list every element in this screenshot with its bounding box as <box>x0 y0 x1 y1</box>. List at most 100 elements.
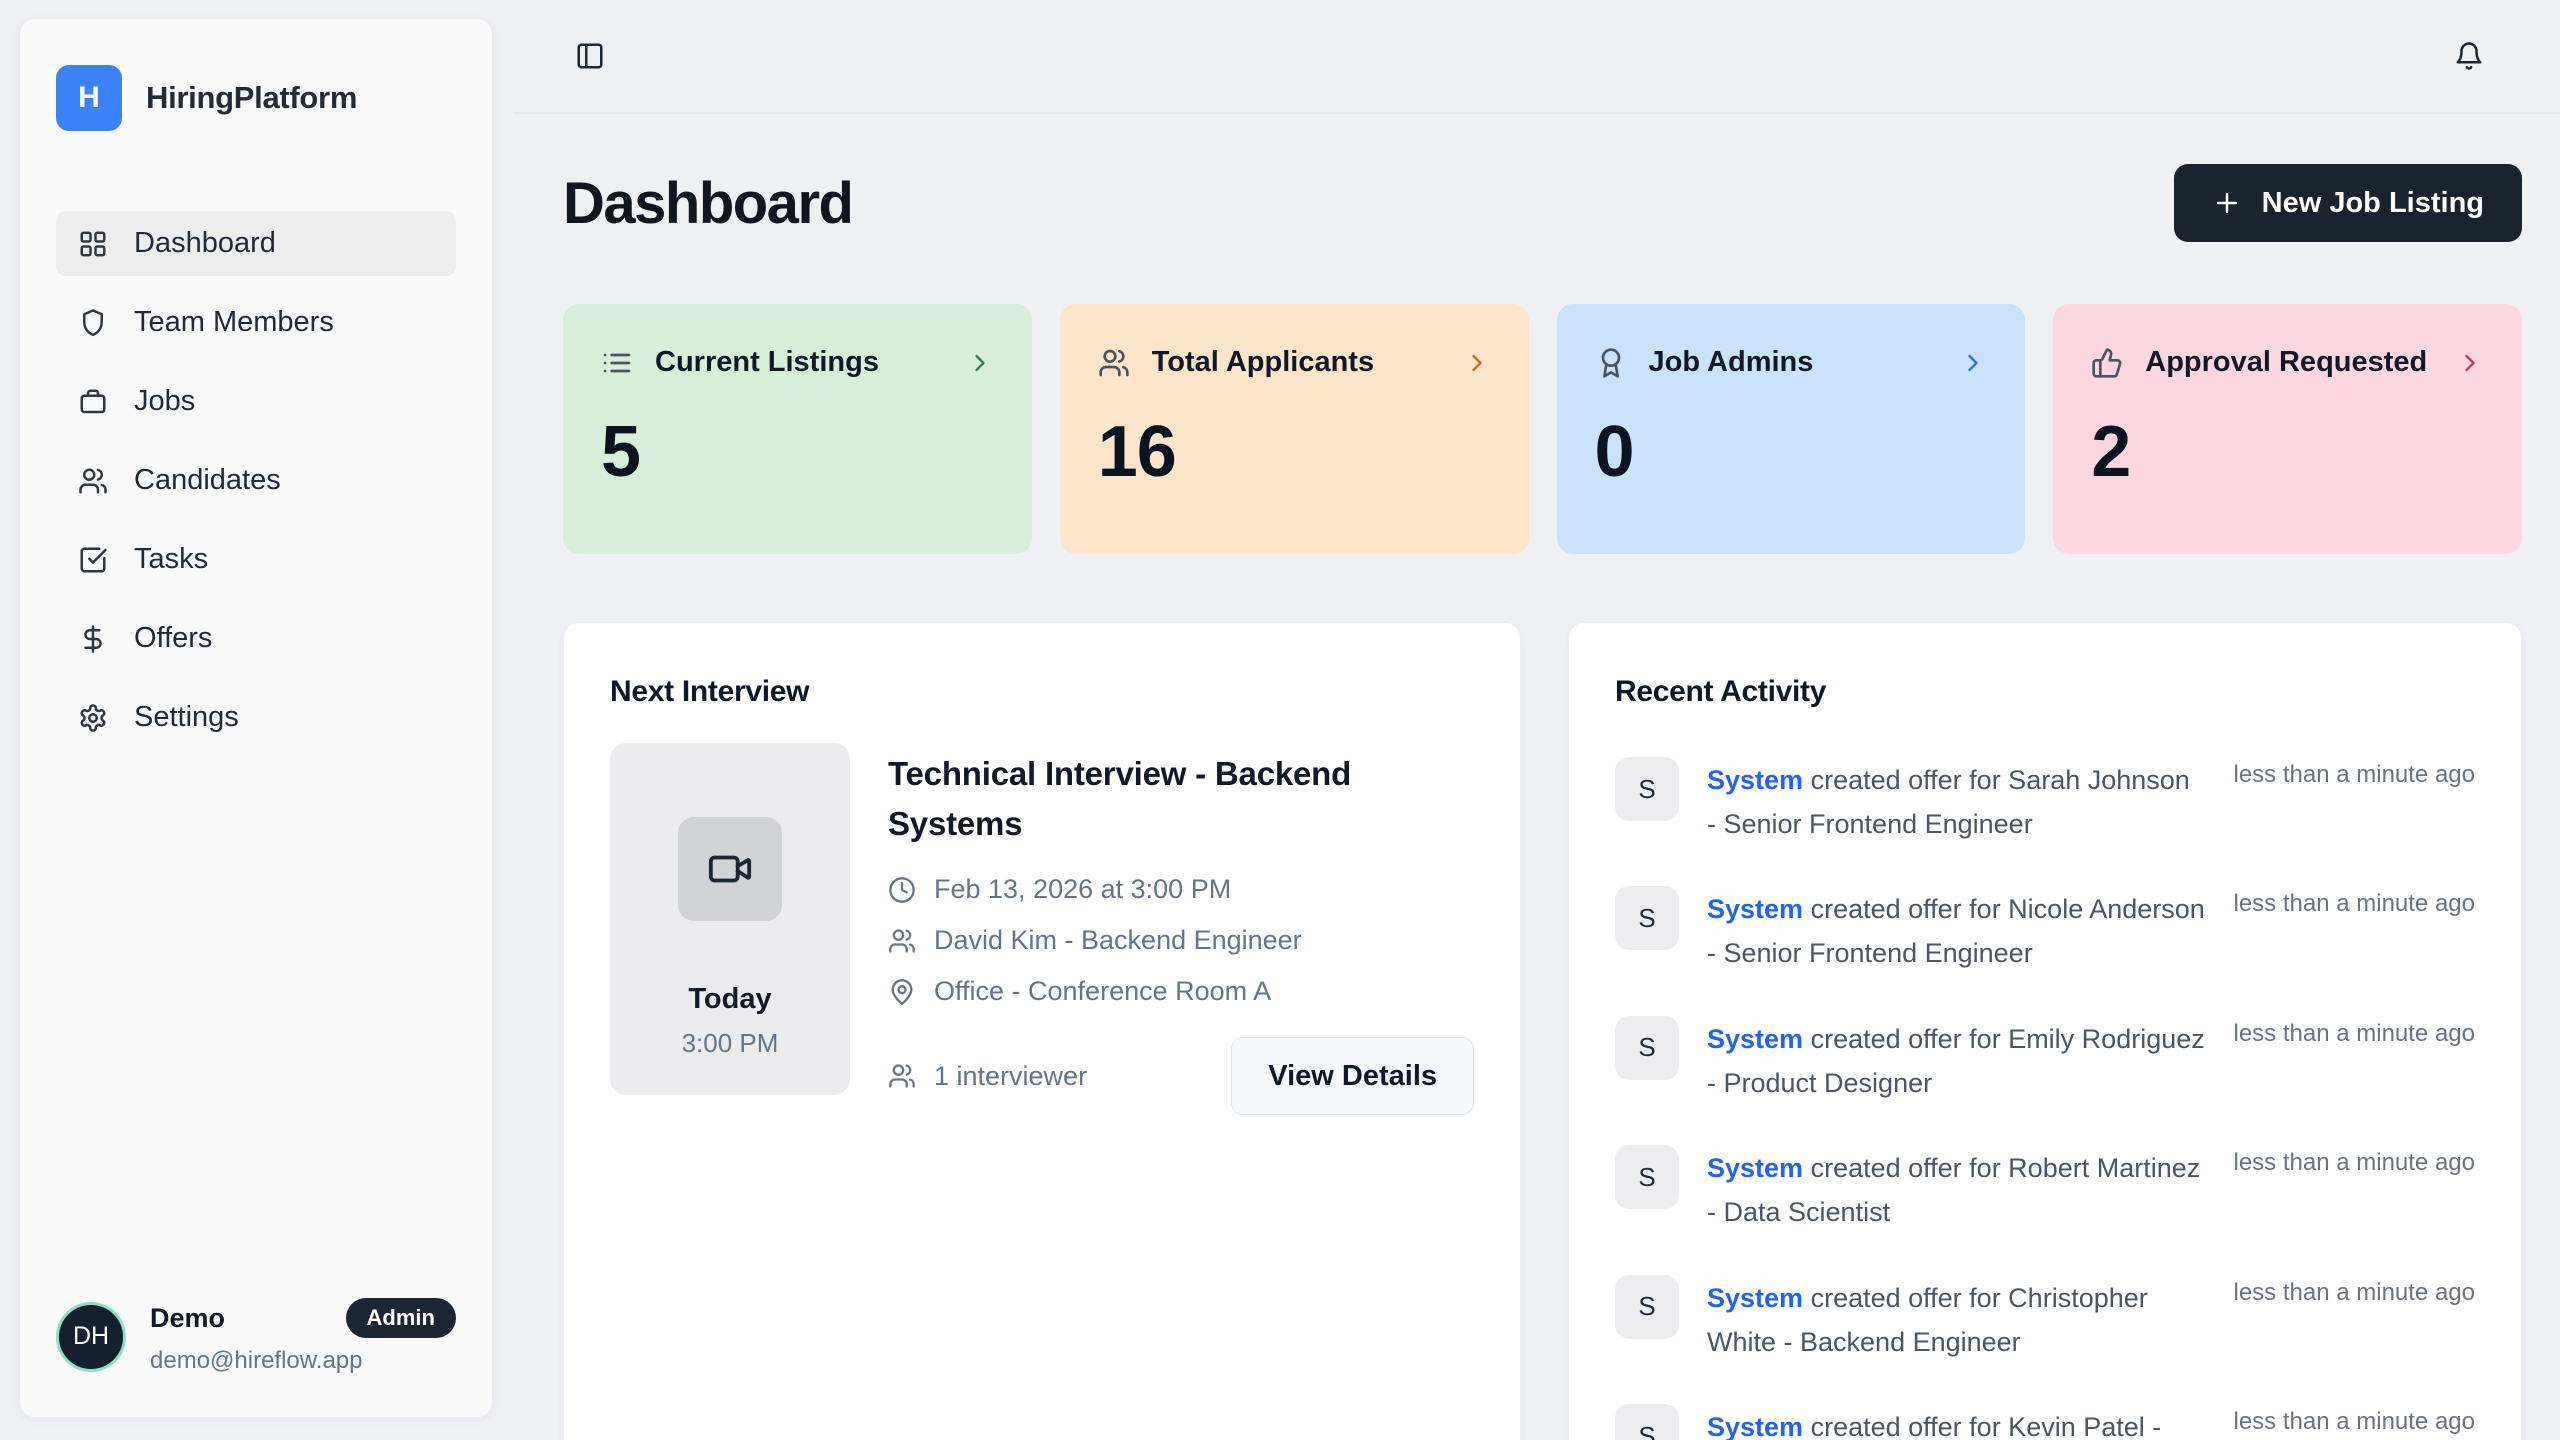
activity-text: System created offer for Emily Rodriguez… <box>1707 1016 2206 1105</box>
plus-icon <box>2212 188 2242 218</box>
app-root: H HiringPlatform Dashboard Team Members … <box>0 0 2560 1440</box>
award-icon <box>1595 347 1627 379</box>
stat-value: 16 <box>1098 411 1491 493</box>
sidebar-item-tasks[interactable]: Tasks <box>56 527 456 592</box>
activity-timestamp: less than a minute ago <box>2234 1016 2476 1048</box>
sidebar-nav: Dashboard Team Members Jobs Candidates T… <box>56 211 456 750</box>
avatar: DH <box>56 1302 126 1372</box>
clock-icon <box>888 876 916 904</box>
user-name: Demo <box>150 1303 225 1334</box>
check-square-icon <box>78 545 108 575</box>
user-info: Demo Admin demo@hireflow.app <box>150 1298 456 1375</box>
page-head: Dashboard New Job Listing <box>563 164 2522 242</box>
user-email: demo@hireflow.app <box>150 1347 456 1375</box>
chevron-right-icon <box>1463 349 1491 377</box>
sidebar-toggle-button[interactable] <box>575 41 605 71</box>
app-logo: H <box>56 65 122 131</box>
activity-list: S System created offer for Sarah Johnson… <box>1615 757 2475 1440</box>
interview-title: Technical Interview - Backend Systems <box>888 749 1448 848</box>
notifications-button[interactable] <box>2454 41 2484 71</box>
activity-actor[interactable]: System <box>1707 1283 1803 1313</box>
activity-timestamp: less than a minute ago <box>2234 1275 2476 1307</box>
activity-actor[interactable]: System <box>1707 1153 1803 1183</box>
activity-avatar: S <box>1615 1404 1679 1440</box>
activity-avatar: S <box>1615 1016 1679 1080</box>
users-icon <box>78 466 108 496</box>
interviewer-count: 1 interviewer <box>888 1061 1087 1092</box>
content: Dashboard New Job Listing Current Listin… <box>513 164 2560 1440</box>
next-interview-card: Next Interview Today 3:00 PM Technical I… <box>563 622 1521 1440</box>
activity-timestamp: less than a minute ago <box>2234 757 2476 789</box>
topbar <box>513 0 2560 114</box>
stat-value: 0 <box>1595 411 1988 493</box>
activity-text: System created offer for Kevin Patel - D… <box>1707 1404 2206 1440</box>
users-icon <box>1098 347 1130 379</box>
stat-card-total-applicants[interactable]: Total Applicants 16 <box>1060 304 1529 554</box>
sidebar-item-settings[interactable]: Settings <box>56 685 456 750</box>
main-area: Dashboard New Job Listing Current Listin… <box>513 0 2560 1440</box>
sidebar-item-team-members[interactable]: Team Members <box>56 290 456 355</box>
thumbs-up-icon <box>2091 347 2123 379</box>
recent-activity-section-title: Recent Activity <box>1615 675 2475 709</box>
gear-icon <box>78 703 108 733</box>
chevron-right-icon <box>966 349 994 377</box>
activity-text: System created offer for Robert Martinez… <box>1707 1145 2206 1234</box>
users-icon <box>888 1062 916 1090</box>
sidebar-item-candidates[interactable]: Candidates <box>56 448 456 513</box>
sidebar-item-offers[interactable]: Offers <box>56 606 456 671</box>
interview-date-tile: Today 3:00 PM <box>610 743 850 1095</box>
interview-candidate-row: David Kim - Backend Engineer <box>888 925 1474 956</box>
activity-timestamp: less than a minute ago <box>2234 886 2476 918</box>
sidebar: H HiringPlatform Dashboard Team Members … <box>19 18 493 1418</box>
panels: Next Interview Today 3:00 PM Technical I… <box>563 622 2522 1440</box>
stat-card-current-listings[interactable]: Current Listings 5 <box>563 304 1032 554</box>
chevron-right-icon <box>2456 349 2484 377</box>
app-name: HiringPlatform <box>146 80 357 116</box>
activity-item: S System created offer for Nicole Anders… <box>1615 886 2475 975</box>
sidebar-item-jobs[interactable]: Jobs <box>56 369 456 434</box>
activity-item: S System created offer for Kevin Patel -… <box>1615 1404 2475 1440</box>
activity-actor[interactable]: System <box>1707 765 1803 795</box>
activity-text: System created offer for Christopher Whi… <box>1707 1275 2206 1364</box>
video-tile <box>678 817 782 921</box>
next-interview-section-title: Next Interview <box>610 675 1474 709</box>
interview-candidate: David Kim - Backend Engineer <box>934 925 1302 956</box>
new-job-listing-button[interactable]: New Job Listing <box>2174 164 2522 242</box>
activity-actor[interactable]: System <box>1707 1412 1803 1440</box>
activity-actor[interactable]: System <box>1707 894 1803 924</box>
activity-timestamp: less than a minute ago <box>2234 1404 2476 1436</box>
stat-cards: Current Listings 5 Total Applicants 16 J… <box>563 304 2522 554</box>
video-icon <box>707 846 753 892</box>
user-card[interactable]: DH Demo Admin demo@hireflow.app <box>56 1298 456 1375</box>
interview-day: Today <box>688 983 771 1016</box>
list-icon <box>601 347 633 379</box>
recent-activity-card: Recent Activity S System created offer f… <box>1568 622 2522 1440</box>
dashboard-icon <box>78 229 108 259</box>
activity-timestamp: less than a minute ago <box>2234 1145 2476 1177</box>
panel-left-icon <box>575 41 605 71</box>
activity-avatar: S <box>1615 1275 1679 1339</box>
stat-card-approval-requested[interactable]: Approval Requested 2 <box>2053 304 2522 554</box>
stat-card-job-admins[interactable]: Job Admins 0 <box>1557 304 2026 554</box>
app-logo-letter: H <box>78 81 100 115</box>
briefcase-icon <box>78 387 108 417</box>
activity-item: S System created offer for Sarah Johnson… <box>1615 757 2475 846</box>
activity-actor[interactable]: System <box>1707 1024 1803 1054</box>
shield-icon <box>78 308 108 338</box>
sidebar-item-dashboard[interactable]: Dashboard <box>56 211 456 276</box>
activity-text: System created offer for Nicole Anderson… <box>1707 886 2206 975</box>
stat-value: 2 <box>2091 411 2484 493</box>
stat-value: 5 <box>601 411 994 493</box>
admin-badge: Admin <box>346 1298 456 1338</box>
users-icon <box>888 927 916 955</box>
page-title: Dashboard <box>563 170 852 237</box>
activity-avatar: S <box>1615 1145 1679 1209</box>
view-details-button[interactable]: View Details <box>1231 1037 1474 1115</box>
brand: H HiringPlatform <box>56 65 456 131</box>
activity-text: System created offer for Sarah Johnson -… <box>1707 757 2206 846</box>
interview-datetime: Feb 13, 2026 at 3:00 PM <box>934 874 1231 905</box>
activity-item: S System created offer for Emily Rodrigu… <box>1615 1016 2475 1105</box>
activity-avatar: S <box>1615 886 1679 950</box>
chevron-right-icon <box>1959 349 1987 377</box>
interview-location: Office - Conference Room A <box>934 976 1271 1007</box>
